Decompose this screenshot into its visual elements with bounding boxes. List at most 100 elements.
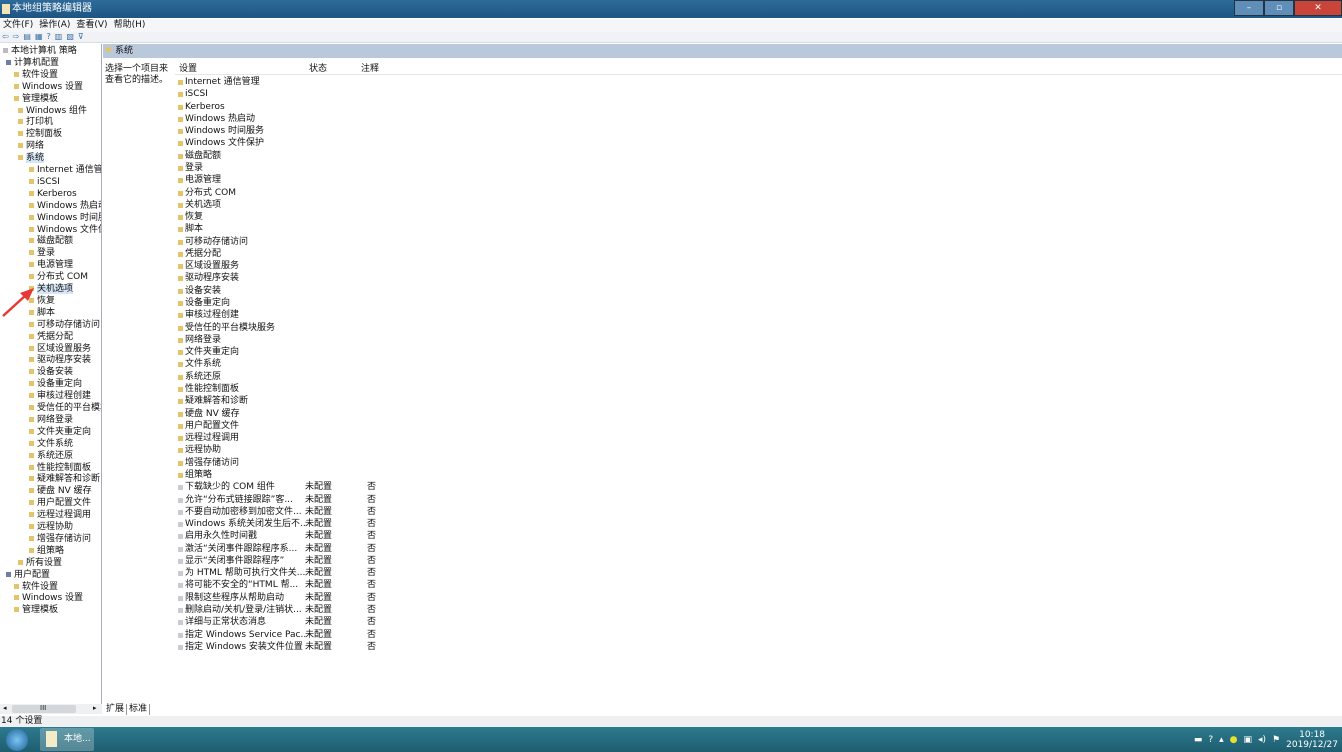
folder-row[interactable]: 凭据分配 [177, 248, 497, 260]
setting-row[interactable]: 允许“分布式链接跟踪”客... 未配置否 [177, 494, 497, 506]
tree-item[interactable]: 文件系统 [29, 438, 73, 450]
tree-item[interactable]: 登录 [29, 247, 55, 259]
tab-standard[interactable]: 标准 [127, 704, 151, 715]
tree-item[interactable]: 网络登录 [29, 414, 73, 426]
tree-item[interactable]: 电源管理 [29, 259, 73, 271]
tree-item[interactable]: 设备安装 [29, 366, 73, 378]
folder-row[interactable]: 分布式 COM [177, 187, 497, 199]
tree-item[interactable]: 性能控制面板 [29, 462, 91, 474]
setting-row[interactable]: 为 HTML 帮助可执行文件关... 未配置否 [177, 567, 497, 579]
tree-item[interactable]: 用户配置 [6, 569, 50, 581]
tree-item[interactable]: 凭据分配 [29, 331, 73, 343]
close-button[interactable]: ✕ [1294, 0, 1342, 16]
tree-item[interactable]: 管理模板 [14, 93, 58, 105]
folder-row[interactable]: 可移动存储访问 [177, 236, 497, 248]
folder-row[interactable]: Windows 文件保护 [177, 137, 497, 149]
tree-item[interactable]: 设备重定向 [29, 378, 82, 390]
folder-row[interactable]: 关机选项 [177, 199, 497, 211]
volume-icon[interactable]: ◂) [1258, 735, 1266, 745]
tree-item[interactable]: 文件夹重定向 [29, 426, 91, 438]
back-icon[interactable]: ⇦ [2, 32, 9, 42]
folder-row[interactable]: 驱动程序安装 [177, 272, 497, 284]
folder-row[interactable]: 脚本 [177, 223, 497, 235]
setting-row[interactable]: 详细与正常状态消息 未配置否 [177, 616, 497, 628]
folder-row[interactable]: 受信任的平台模块服务 [177, 322, 497, 334]
folder-row[interactable]: 增强存储访问 [177, 457, 497, 469]
tree-item[interactable]: 控制面板 [18, 128, 62, 140]
tree-item[interactable]: 打印机 [18, 116, 53, 128]
tree-item[interactable]: Windows 文件保护 [29, 224, 101, 236]
folder-row[interactable]: 用户配置文件 [177, 420, 497, 432]
setting-row[interactable]: 不要自动加密移到加密文件... 未配置否 [177, 506, 497, 518]
tab-extended[interactable]: 扩展 [104, 704, 128, 715]
tree-item[interactable]: 审核过程创建 [29, 390, 91, 402]
setting-row[interactable]: 指定 Windows Service Pac... 未配置否 [177, 629, 497, 641]
setting-row[interactable]: 删除启动/关机/登录/注销状... 未配置否 [177, 604, 497, 616]
tree-item[interactable]: 组策略 [29, 545, 64, 557]
folder-row[interactable]: 性能控制面板 [177, 383, 497, 395]
folder-row[interactable]: 硬盘 NV 缓存 [177, 408, 497, 420]
setting-row[interactable]: 激活“关闭事件跟踪程序系... 未配置否 [177, 543, 497, 555]
folder-row[interactable]: 登录 [177, 162, 497, 174]
setting-row[interactable]: 显示“关闭事件跟踪程序” 未配置否 [177, 555, 497, 567]
tree-item[interactable]: Windows 热启动 [29, 200, 101, 212]
folder-row[interactable]: 电源管理 [177, 174, 497, 186]
folder-row[interactable]: Internet 通信管理 [177, 76, 497, 88]
setting-row[interactable]: 限制这些程序从帮助启动 未配置否 [177, 592, 497, 604]
folder-row[interactable]: 远程协助 [177, 444, 497, 456]
folder-row[interactable]: 磁盘配额 [177, 150, 497, 162]
menu-view[interactable]: 查看(V) [76, 19, 107, 32]
properties-icon[interactable]: ▥ [55, 32, 63, 42]
folder-row[interactable]: 系统还原 [177, 371, 497, 383]
tree-item[interactable]: 网络 [18, 140, 44, 152]
tree-item[interactable]: 计算机配置 [6, 57, 59, 69]
tree-item[interactable]: 所有设置 [18, 557, 62, 569]
folder-row[interactable]: 组策略 [177, 469, 497, 481]
tree-item[interactable]: Kerberos [29, 188, 77, 200]
tree-item[interactable]: 系统 [18, 152, 45, 164]
taskbar-item-gpedit[interactable]: 本地... [40, 728, 94, 751]
tree-item[interactable]: Windows 组件 [18, 105, 87, 117]
clock[interactable]: 10:18 2019/12/27 [1286, 730, 1338, 750]
menu-action[interactable]: 操作(A) [39, 19, 70, 32]
tree-item[interactable]: iSCSI [29, 176, 60, 188]
tree-item[interactable]: 磁盘配额 [29, 235, 73, 247]
show-hidden-icon[interactable]: ▴ [1219, 735, 1224, 745]
setting-row[interactable]: 指定 Windows 安装文件位置 未配置否 [177, 641, 497, 653]
folder-row[interactable]: Kerberos [177, 101, 497, 113]
forward-icon[interactable]: ⇨ [13, 32, 20, 42]
tree-item[interactable]: 本地计算机 策略 [3, 45, 77, 57]
folder-row[interactable]: Windows 时间服务 [177, 125, 497, 137]
tree-item[interactable]: 软件设置 [14, 581, 58, 593]
help-icon[interactable]: ? [47, 32, 51, 42]
column-state[interactable]: 状态 [309, 63, 327, 75]
folder-row[interactable]: 区域设置服务 [177, 260, 497, 272]
folder-row[interactable]: 文件系统 [177, 358, 497, 370]
tree-item[interactable]: 管理模板 [14, 604, 58, 616]
folder-row[interactable]: 文件夹重定向 [177, 346, 497, 358]
folder-row[interactable]: 疑难解答和诊断 [177, 395, 497, 407]
folder-row[interactable]: 审核过程创建 [177, 309, 497, 321]
tree-item[interactable]: Windows 设置 [14, 592, 83, 604]
keyboard-icon[interactable]: ▬ [1194, 735, 1203, 745]
folder-row[interactable]: 远程过程调用 [177, 432, 497, 444]
tree-item[interactable]: 用户配置文件 [29, 497, 91, 509]
folder-row[interactable]: 网络登录 [177, 334, 497, 346]
folder-row[interactable]: Windows 热启动 [177, 113, 497, 125]
folder-row[interactable]: 设备重定向 [177, 297, 497, 309]
setting-row[interactable]: 将可能不安全的“HTML 帮... 未配置否 [177, 579, 497, 591]
tree-horizontal-scrollbar[interactable]: ◂ III ▸ [0, 704, 102, 714]
tree-item[interactable]: 疑难解答和诊断 [29, 473, 100, 485]
menu-help[interactable]: 帮助(H) [114, 19, 146, 32]
tree-item[interactable]: Internet 通信管理 [29, 164, 101, 176]
tree-item[interactable]: 远程过程调用 [29, 509, 91, 521]
tree-item[interactable]: 分布式 COM [29, 271, 88, 283]
start-button[interactable] [6, 729, 28, 751]
network-icon[interactable]: ▣ [1244, 735, 1253, 745]
maximize-button[interactable]: ▫ [1264, 0, 1294, 16]
tree-item[interactable]: 硬盘 NV 缓存 [29, 485, 92, 497]
help-tray-icon[interactable]: ? [1208, 735, 1213, 745]
menu-file[interactable]: 文件(F) [3, 19, 33, 32]
tree-item[interactable]: 区域设置服务 [29, 343, 91, 355]
show-hide-tree-icon[interactable]: ▦ [35, 32, 43, 42]
